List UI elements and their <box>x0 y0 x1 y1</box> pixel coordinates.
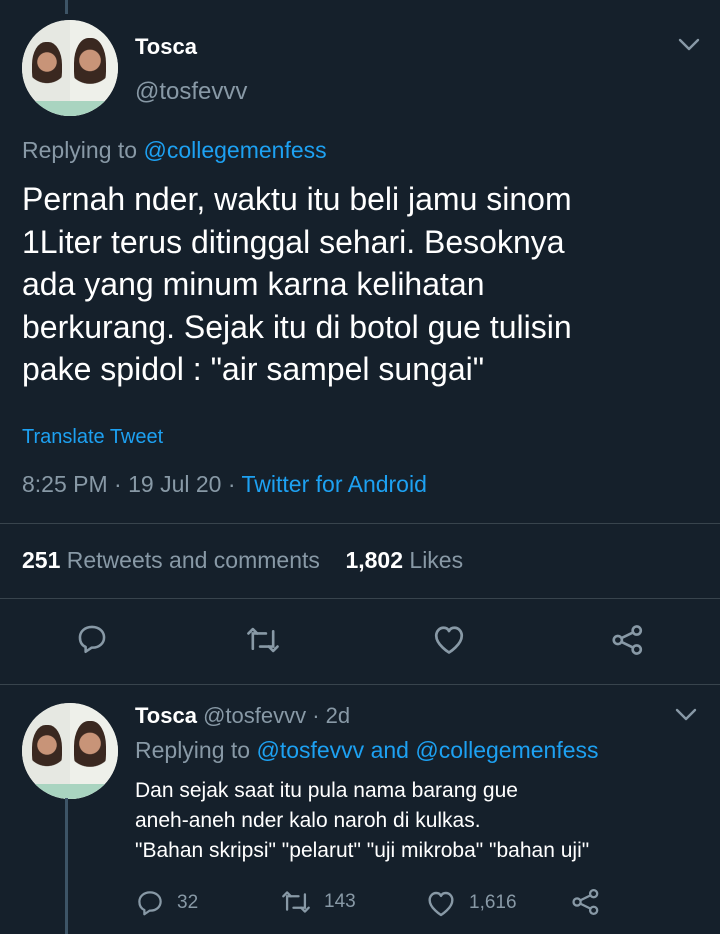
tweet-text-line: pake spidol : "air sampel sungai" <box>22 351 485 387</box>
translate-tweet-link[interactable]: Translate Tweet <box>22 426 163 449</box>
reply-share-action[interactable] <box>570 888 602 916</box>
thread-line <box>65 0 68 14</box>
tweet-text: Pernah nder, waktu itu beli jamu sinom 1… <box>22 178 702 391</box>
reply-text-line: aneh-aneh nder kalo naroh di kulkas. <box>135 809 481 832</box>
tweet-stats: 251 Retweets and comments 1,802 Likes <box>22 547 463 574</box>
comment-icon <box>138 891 162 916</box>
tweet-text-line: 1Liter terus ditinggal sehari. Besoknya <box>22 223 565 260</box>
likes-stat[interactable]: 1,802 Likes <box>345 547 463 573</box>
retweet-icon[interactable] <box>245 624 281 656</box>
reply-like-action[interactable]: 1,616 <box>425 888 517 918</box>
reply-retweets-count: 143 <box>324 891 356 912</box>
divider <box>0 684 720 685</box>
divider <box>0 523 720 524</box>
reply-comments-count: 32 <box>177 892 199 913</box>
comment-icon[interactable] <box>75 622 109 656</box>
mention-link[interactable]: @collegemenfess <box>143 137 326 163</box>
avatar[interactable] <box>22 20 118 116</box>
heart-icon <box>428 891 454 917</box>
tweet-text-line: berkurang. Sejak itu di botol gue tulisi… <box>22 308 572 345</box>
user-handle[interactable]: @tosfevvv <box>135 78 247 106</box>
reply-display-name[interactable]: Tosca <box>135 703 197 728</box>
replying-to: Replying to @collegemenfess <box>22 137 327 163</box>
chevron-down-icon[interactable] <box>678 38 700 52</box>
reply-retweet-action[interactable]: 143 <box>280 888 356 916</box>
tweet-meta: 8:25 PM · 19 Jul 20 · Twitter for Androi… <box>22 471 427 497</box>
reply-text-line: Dan sejak saat itu pula nama barang gue <box>135 779 518 802</box>
divider <box>0 598 720 599</box>
tweet-date: 19 Jul 20 <box>128 471 222 497</box>
display-name[interactable]: Tosca <box>135 34 197 60</box>
mention-link[interactable]: @collegemenfess <box>415 737 598 763</box>
reply-text: Dan sejak saat itu pula nama barang gue … <box>135 776 589 866</box>
share-icon[interactable] <box>610 624 646 656</box>
share-icon <box>572 889 599 915</box>
mention-link[interactable]: @tosfevvv <box>256 737 364 763</box>
heart-icon[interactable] <box>431 622 467 656</box>
retweets-stat[interactable]: 251 Retweets and comments <box>22 547 320 573</box>
reply-avatar[interactable] <box>22 703 118 799</box>
reply-comment-action[interactable]: 32 <box>135 888 198 918</box>
tweet-text-line: ada yang minum karna kelihatan <box>22 266 485 302</box>
reply-text-line: "Bahan skripsi" "pelarut" "uji mikroba" … <box>135 839 590 862</box>
retweet-icon <box>282 891 310 913</box>
reply-handle[interactable]: @tosfevvv <box>203 703 306 728</box>
reply-age: · 2d <box>312 703 351 728</box>
thread-line <box>65 798 68 934</box>
reply-replying-to: Replying to @tosfevvv and @collegemenfes… <box>135 737 599 763</box>
tweet-time: 8:25 PM <box>22 471 108 497</box>
tweet-text-line: Pernah nder, waktu itu beli jamu sinom <box>22 181 572 217</box>
tweet-source[interactable]: Twitter for Android <box>242 471 427 497</box>
reply-likes-count: 1,616 <box>469 892 517 913</box>
reply-header: Tosca @tosfevvv · 2d <box>135 703 350 729</box>
chevron-down-icon[interactable] <box>675 708 697 722</box>
